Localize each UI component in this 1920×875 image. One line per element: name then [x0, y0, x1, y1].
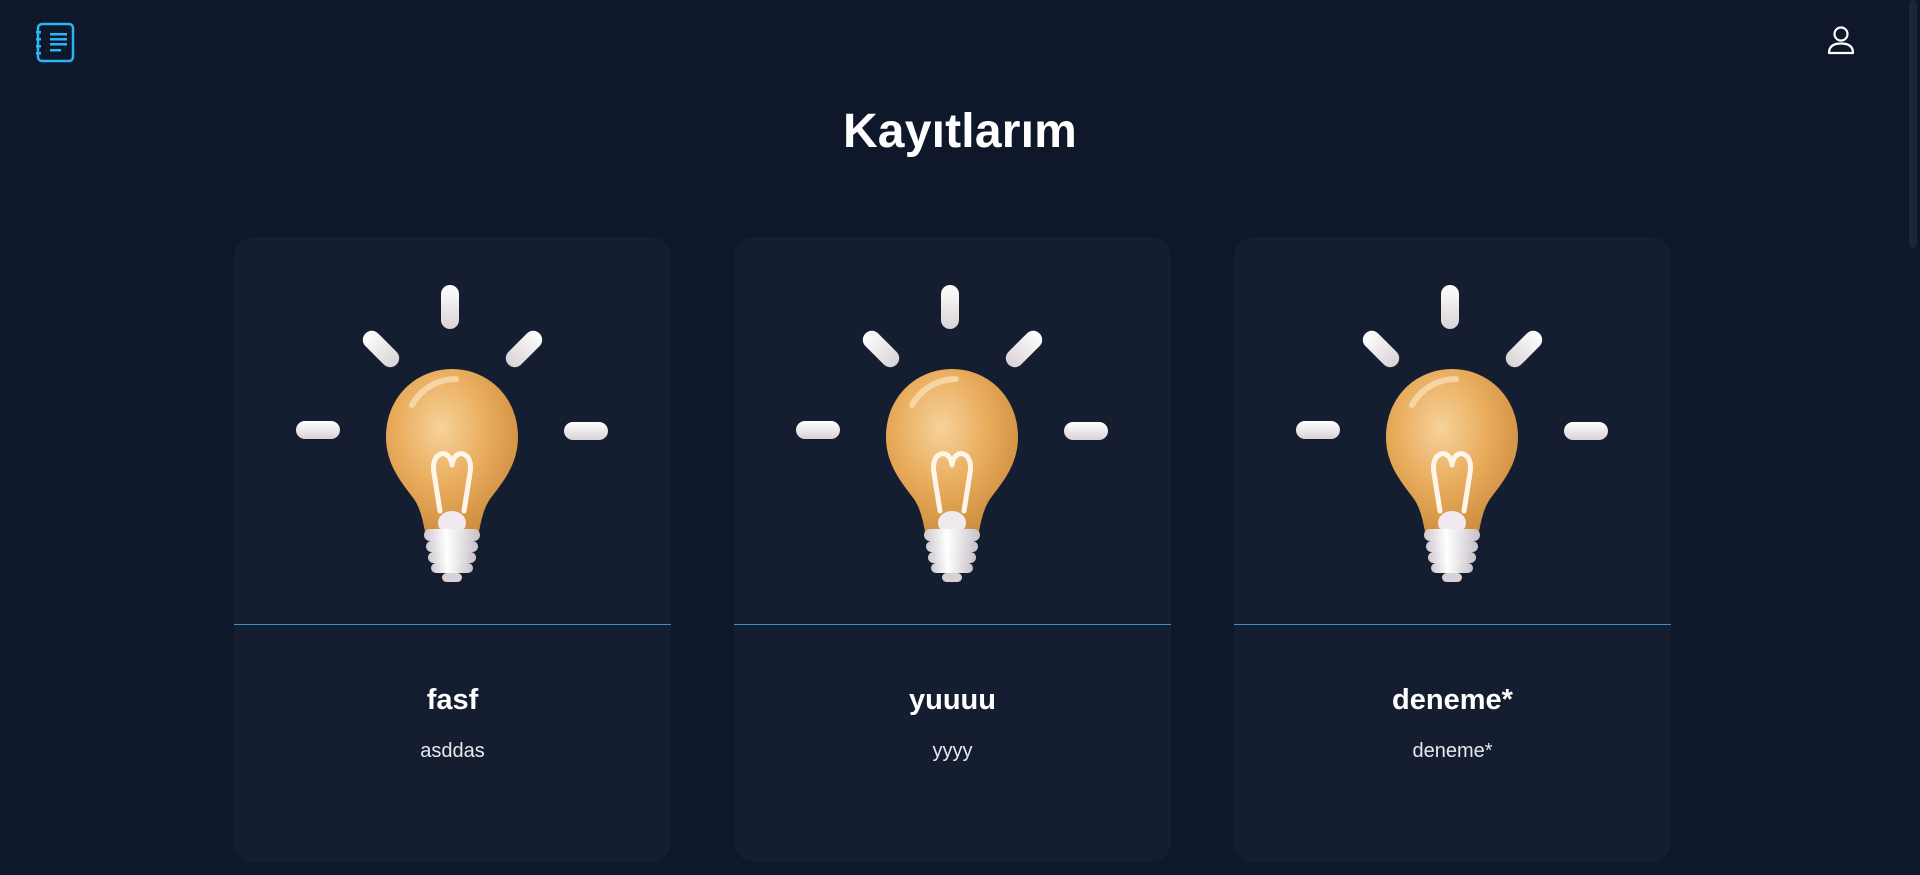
record-card[interactable]: fasf asddas — [234, 237, 671, 862]
card-title: yuuuu — [909, 684, 996, 716]
lightbulb-icon — [234, 237, 671, 625]
card-description: yyyy — [932, 740, 973, 762]
card-grid: fasf asddas yuuuu yyyy deneme* deneme* — [234, 237, 1671, 862]
card-title: deneme* — [1392, 684, 1513, 716]
card-description: asddas — [420, 740, 485, 762]
notebook-list-icon[interactable] — [36, 22, 76, 64]
record-card[interactable]: yuuuu yyyy — [734, 237, 1171, 862]
record-card[interactable]: deneme* deneme* — [1234, 237, 1671, 862]
scrollbar-thumb[interactable] — [1909, 0, 1917, 248]
card-description: deneme* — [1412, 740, 1493, 762]
card-title: fasf — [426, 684, 479, 716]
user-icon[interactable] — [1824, 24, 1858, 58]
vertical-scrollbar[interactable] — [1906, 0, 1920, 875]
page-title: Kayıtlarım — [842, 105, 1078, 158]
lightbulb-icon — [734, 237, 1171, 625]
lightbulb-icon — [1234, 237, 1671, 625]
page: Kayıtlarım fasf asddas yuuuu yyyy deneme… — [0, 0, 1920, 875]
